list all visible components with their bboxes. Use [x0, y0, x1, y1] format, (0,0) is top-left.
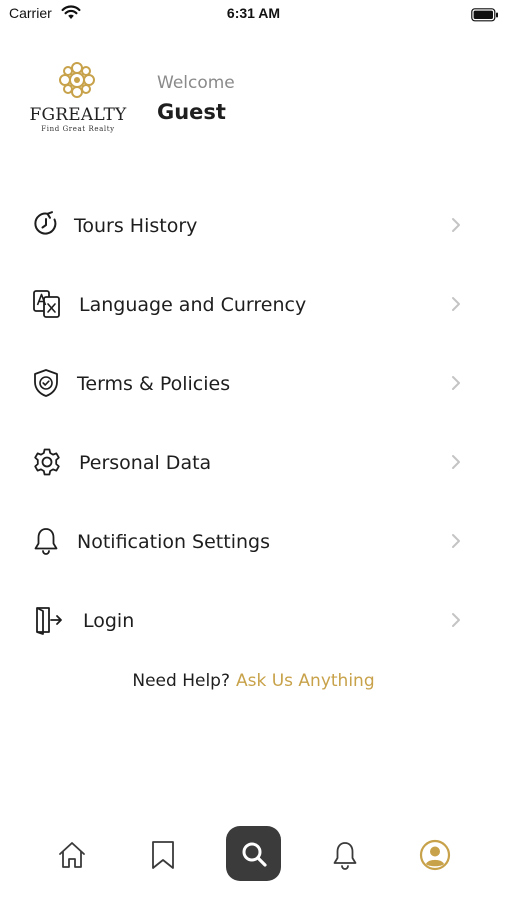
welcome-label: Welcome: [157, 73, 235, 93]
login-icon: [32, 605, 62, 635]
menu-item-personal-data[interactable]: Personal Data: [0, 433, 507, 493]
translate-icon: [32, 289, 62, 319]
brand-logo: FGREALTY Find Great Realty: [28, 60, 128, 136]
chevron-right-icon: [450, 611, 462, 633]
chevron-right-icon: [450, 453, 462, 475]
menu-item-notification-settings[interactable]: Notification Settings: [0, 512, 507, 572]
menu-item-label: Notification Settings: [77, 531, 270, 553]
logo-name: FGREALTY: [29, 105, 127, 125]
help-text: Need Help?: [132, 671, 230, 691]
menu-item-label: Terms & Policies: [77, 373, 231, 395]
bell-icon: [32, 526, 62, 556]
menu-item-tours-history[interactable]: Tours History: [0, 196, 507, 256]
bookmark-icon: [152, 841, 174, 869]
home-icon: [59, 842, 85, 868]
tab-search[interactable]: [226, 826, 281, 881]
menu-item-label: Personal Data: [79, 452, 212, 474]
tab-profile[interactable]: [405, 820, 465, 890]
ask-us-anything-link[interactable]: Ask Us Anything: [236, 671, 375, 691]
search-icon: [242, 842, 267, 867]
chevron-right-icon: [450, 295, 462, 317]
menu-item-label: Login: [83, 610, 135, 632]
battery-icon: [471, 7, 499, 26]
chevron-right-icon: [450, 374, 462, 396]
logo-emblem-icon: [59, 62, 95, 98]
menu-item-label: Tours History: [74, 215, 198, 237]
status-bar: Carrier 6:31 AM: [0, 0, 507, 28]
gear-icon: [32, 447, 62, 477]
menu-item-terms-policies[interactable]: Terms & Policies: [0, 354, 507, 414]
chevron-right-icon: [450, 532, 462, 554]
user-name: Guest: [157, 100, 226, 124]
bottom-tab-bar: [0, 820, 507, 900]
help-row: Need Help? Ask Us Anything: [0, 671, 507, 691]
tab-saved[interactable]: [133, 820, 193, 890]
logo-tagline: Find Great Realty: [41, 125, 115, 133]
bell-icon: [333, 842, 357, 870]
history-icon: [32, 210, 62, 240]
status-time: 6:31 AM: [226, 5, 281, 21]
tab-home[interactable]: [42, 820, 102, 890]
chevron-right-icon: [450, 216, 462, 238]
menu-item-language-currency[interactable]: Language and Currency: [0, 275, 507, 335]
profile-icon: [419, 839, 451, 871]
tab-notifications[interactable]: [315, 820, 375, 890]
menu-item-label: Language and Currency: [79, 294, 307, 316]
shield-check-icon: [32, 368, 62, 398]
menu-item-login[interactable]: Login: [0, 591, 507, 651]
